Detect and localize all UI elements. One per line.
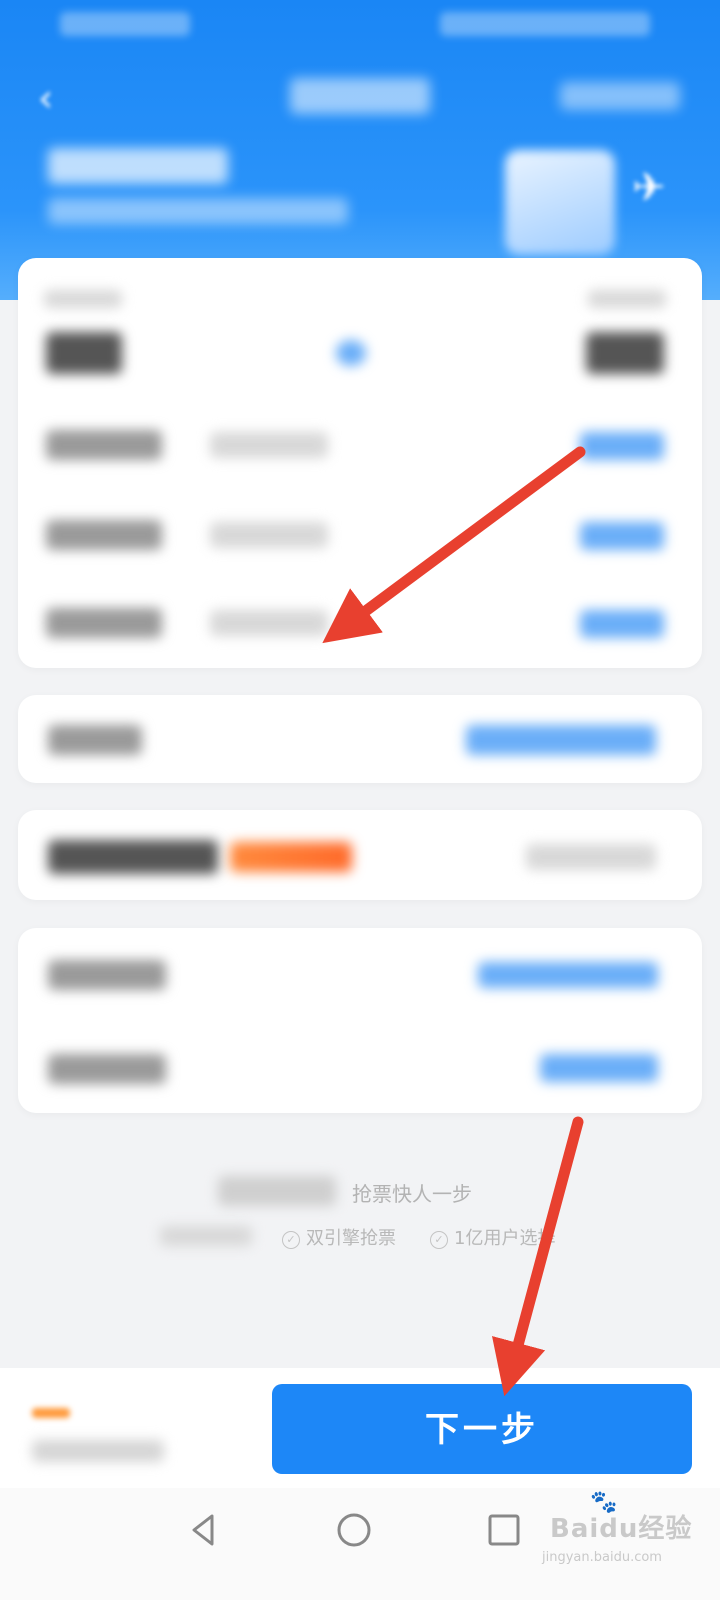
promo-brand-blurred <box>218 1176 336 1206</box>
promo-feature-1: ✓ 双引擎抢票 <box>282 1224 396 1250</box>
promo-feature-blurred <box>160 1226 252 1246</box>
options-card <box>18 928 702 1113</box>
promo-feature-1-text: 双引擎抢票 <box>306 1228 396 1249</box>
membership-card[interactable] <box>18 810 702 900</box>
next-step-button[interactable]: 下一步 <box>272 1384 692 1474</box>
date-row-1-action-blurred[interactable] <box>580 432 664 460</box>
header: ‹ ✈ <box>0 0 720 300</box>
option-row-2-action-blurred[interactable] <box>540 1054 658 1082</box>
route-card <box>18 258 702 668</box>
date-row-3-value-blurred[interactable] <box>210 610 328 636</box>
plane-icon: ✈ <box>632 165 666 211</box>
to-label-blurred <box>588 290 666 308</box>
square-recents-icon[interactable] <box>484 1510 524 1550</box>
circle-home-icon[interactable] <box>334 1510 374 1550</box>
price-note-blurred[interactable] <box>32 1440 164 1462</box>
watermark-sub: jingyan.baidu.com <box>542 1550 662 1565</box>
from-station-blurred[interactable] <box>46 332 122 374</box>
date-row-3-label-blurred <box>46 608 162 638</box>
banner-subtitle-blurred <box>48 198 348 224</box>
date-row-3-action-blurred[interactable] <box>580 610 664 638</box>
ticket-illustration <box>505 150 615 255</box>
option-row-1-action-blurred[interactable] <box>478 962 658 988</box>
page-title-blurred <box>290 78 430 114</box>
from-label-blurred <box>44 290 122 308</box>
date-row-2-action-blurred[interactable] <box>580 522 664 550</box>
passenger-card[interactable] <box>18 695 702 783</box>
date-row-1-value-blurred[interactable] <box>210 432 328 458</box>
promo-feature-2: ✓ 1亿用户选择 <box>430 1224 555 1250</box>
triangle-back-icon[interactable] <box>184 1510 224 1550</box>
status-bar <box>0 0 720 50</box>
add-passenger-button-blurred[interactable] <box>466 725 656 755</box>
membership-action-blurred[interactable] <box>526 844 656 870</box>
date-row-2-value-blurred[interactable] <box>210 522 328 548</box>
date-row-1-label-blurred <box>46 430 162 460</box>
check-icon: ✓ <box>430 1231 448 1249</box>
status-right-blurred <box>440 12 650 36</box>
swap-icon[interactable] <box>336 340 366 366</box>
option-row-1-label-blurred <box>48 960 166 990</box>
check-icon: ✓ <box>282 1231 300 1249</box>
promo-feature-2-text: 1亿用户选择 <box>454 1228 556 1249</box>
status-left-blurred <box>60 12 190 36</box>
banner-title-blurred <box>48 148 228 184</box>
membership-title-blurred <box>48 840 218 874</box>
membership-badge-blurred <box>230 842 352 872</box>
watermark-main: Baidu经验 <box>550 1514 693 1544</box>
back-icon[interactable]: ‹ <box>38 78 64 118</box>
baidu-watermark: 🐾 Baidu经验 jingyan.baidu.com <box>540 1490 715 1590</box>
header-action-blurred[interactable] <box>560 82 680 110</box>
option-row-2-label-blurred <box>48 1054 166 1084</box>
to-station-blurred[interactable] <box>586 332 664 374</box>
price-indicator-blurred <box>32 1408 70 1418</box>
passenger-label-blurred <box>48 725 142 755</box>
date-row-2-label-blurred <box>46 520 162 550</box>
promo-tagline: 抢票快人一步 <box>352 1182 472 1206</box>
